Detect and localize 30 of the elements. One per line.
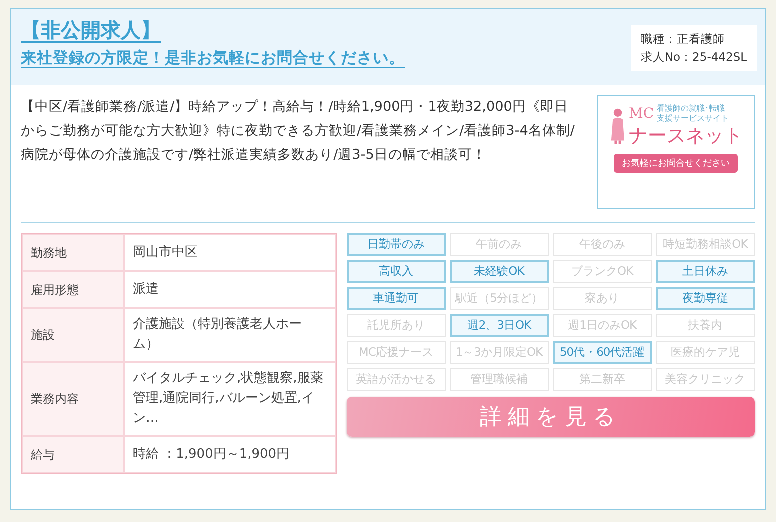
feature-tag: 週2、3日OK <box>450 314 549 337</box>
private-listing-link[interactable]: 【非公開求人】 <box>21 15 161 45</box>
feature-tag: 車通勤可 <box>346 287 446 310</box>
field-value: 介護施設（特別養護老人ホーム） <box>124 308 336 362</box>
feature-tag: 50代・60代活躍 <box>552 341 652 364</box>
meta-text: 職種：正看護師 <box>640 31 726 48</box>
field-label: 給与 <box>22 436 124 473</box>
field-label: 勤務地 <box>22 234 124 271</box>
field-value: 時給 ：1,900円～1,900円 <box>124 436 336 473</box>
field-value: 岡山市中区 <box>124 234 336 271</box>
field-label: 業務内容 <box>22 362 124 436</box>
nurse-figure-icon <box>609 106 627 146</box>
logo-contact-banner: お気軽にお問合せください <box>614 154 738 173</box>
field-value: 派遣 <box>124 271 336 308</box>
logo-tagline: 支援サービスサイト <box>657 114 730 124</box>
logo-mark: MC <box>629 106 654 122</box>
job-description: 【中区/看護師業務/派遣/】時給アップ！高給与！/時給1,900円・1夜勤32,000円《即日からご勤務が可能な方大歓迎》特に夜勤できる方歓迎/看護業務メイン/看護師3-4名体制/病院が母体の介護施設です/弊社派遣実績多数あり/週3-5日の幅で相談可！ <box>21 98 576 165</box>
meta-text: 求人No：25-442SL <box>640 49 747 66</box>
feature-tag: 夜勤専従 <box>656 287 755 310</box>
feature-tag: 土日休み <box>656 260 755 283</box>
logo-tagline: 看護師の就職･転職 <box>657 104 726 114</box>
inquiry-link[interactable]: 来社登録の方限定！是非お気軽にお問合せください。 <box>21 45 405 71</box>
field-label: 雇用形態 <box>22 271 124 308</box>
feature-tag: 未経験OK <box>450 260 549 283</box>
feature-tag: 高収入 <box>346 260 446 283</box>
field-label: 施設 <box>22 308 124 362</box>
feature-tag: 日勤帯のみ <box>346 233 446 256</box>
field-value: バイタルチェック,状態観察,服薬管理,通院同行,バルーン処置,イン… <box>124 362 336 436</box>
details-button[interactable]: 詳細を見る <box>346 397 755 437</box>
logo-name: ナースネット <box>629 124 743 148</box>
